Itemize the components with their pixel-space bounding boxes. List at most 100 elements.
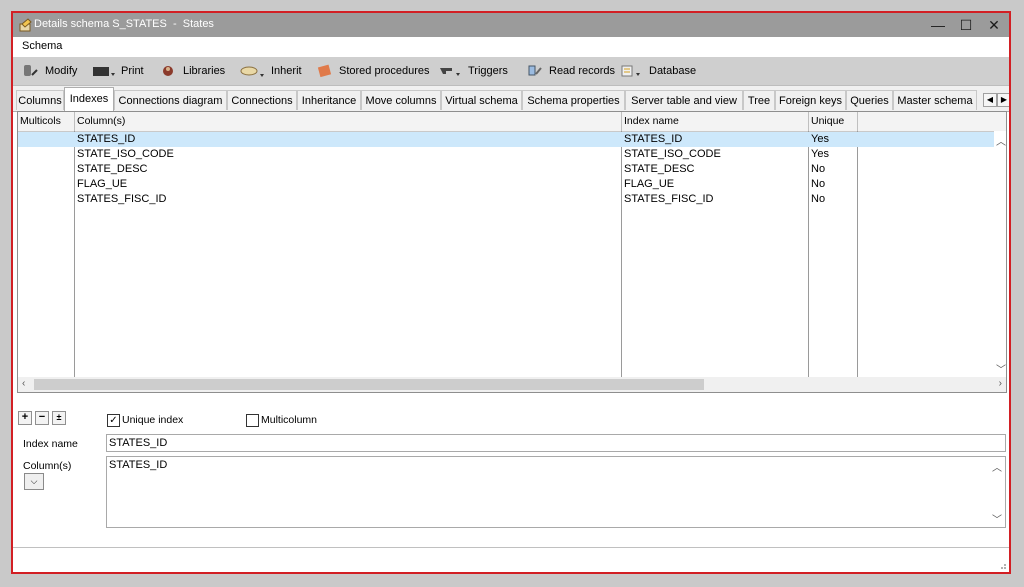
triggers-icon (440, 68, 460, 76)
menu-schema[interactable]: Schema (22, 40, 62, 52)
edit-index-button[interactable]: ± (52, 411, 66, 425)
inherit-button[interactable]: Inherit (240, 62, 302, 80)
remove-index-button[interactable]: − (35, 411, 49, 425)
columns-value: STATES_ID (109, 459, 168, 471)
read-records-button[interactable]: Read records (526, 62, 615, 80)
toolbar: Modify Print Libraries Inherit Stored pr… (13, 57, 1009, 86)
window-title: Details schema S_STATES - States (34, 18, 214, 30)
print-label: Print (121, 65, 144, 77)
table-row[interactable]: FLAG_UE FLAG_UE No (18, 177, 994, 192)
cell-unique: No (811, 163, 826, 175)
tab-columns[interactable]: Columns (16, 90, 64, 110)
table-row[interactable]: STATE_ISO_CODE STATE_ISO_CODE Yes (18, 147, 994, 162)
columns-textarea[interactable]: STATES_ID ︿ ﹀ (106, 456, 1006, 528)
columns-label: Column(s) (23, 460, 72, 472)
scroll-down-icon[interactable]: ﹀ (996, 361, 1006, 376)
tab-queries[interactable]: Queries (846, 90, 893, 110)
unique-index-label: Unique index (122, 414, 184, 426)
cell-unique: No (811, 193, 826, 205)
tab-inheritance[interactable]: Inheritance (297, 90, 361, 110)
multicolumn-label: Multicolumn (261, 414, 318, 426)
cell-unique: Yes (811, 133, 829, 145)
tab-scroll-left-icon[interactable]: ◀ (983, 93, 997, 107)
read-records-label: Read records (549, 65, 616, 77)
cell-unique: No (811, 178, 826, 190)
stored-procedures-button[interactable]: Stored procedures (316, 62, 430, 80)
close-button[interactable]: ✕ (979, 15, 1009, 35)
tab-master-schema[interactable]: Master schema (893, 90, 977, 110)
multicolumn-checkbox[interactable] (246, 414, 259, 427)
textarea-scroll-down-icon[interactable]: ﹀ (992, 511, 1002, 526)
cell-index-name: STATES_FISC_ID (624, 193, 714, 205)
modify-icon (24, 65, 38, 76)
cell-columns: STATE_DESC (77, 163, 148, 175)
header-columns[interactable]: Column(s) (75, 112, 622, 131)
tab-virtual-schema[interactable]: Virtual schema (441, 90, 522, 110)
cell-columns: STATES_FISC_ID (77, 193, 167, 205)
header-unique[interactable]: Unique (809, 112, 858, 131)
header-index-name[interactable]: Index name (622, 112, 809, 131)
indexes-grid: Multicols Column(s) Index name Unique ST… (17, 111, 1007, 393)
grid-vertical-scrollbar[interactable]: ︿ ﹀ (994, 131, 1006, 377)
status-bar (13, 547, 1009, 572)
scroll-up-icon[interactable]: ︿ (996, 133, 1006, 148)
libraries-icon (163, 66, 173, 76)
scroll-right-icon[interactable]: › (999, 378, 1002, 389)
tab-move-columns[interactable]: Move columns (361, 90, 441, 110)
inherit-label: Inherit (271, 65, 302, 77)
read-records-icon (528, 65, 542, 76)
modify-label: Modify (45, 65, 78, 77)
stored-procedures-label: Stored procedures (339, 65, 430, 77)
menu-bar: Schema (13, 37, 1009, 57)
tab-indexes[interactable]: Indexes (64, 87, 114, 111)
database-button[interactable]: Database (620, 62, 696, 80)
libraries-label: Libraries (183, 65, 226, 77)
cell-unique: Yes (811, 148, 829, 160)
minimize-button[interactable]: — (923, 15, 953, 35)
tab-connections[interactable]: Connections (227, 90, 297, 110)
cell-columns: STATE_ISO_CODE (77, 148, 174, 160)
cell-index-name: FLAG_UE (624, 178, 675, 190)
tab-scroll-right-icon[interactable]: ▶ (997, 93, 1009, 107)
title-bar: Details schema S_STATES - States — ☐ ✕ (13, 13, 1009, 37)
maximize-button[interactable]: ☐ (951, 15, 981, 35)
details-schema-window: Details schema S_STATES - States — ☐ ✕ S… (11, 11, 1011, 574)
cell-index-name: STATE_DESC (624, 163, 695, 175)
print-button[interactable]: Print (92, 62, 144, 80)
tab-strip: Columns Indexes Connections diagram Conn… (13, 86, 1009, 112)
stored-procedures-icon (317, 64, 332, 78)
app-icon (19, 18, 32, 32)
index-name-field[interactable]: STATES_ID (106, 434, 1006, 452)
tab-server-table-and-view[interactable]: Server table and view (625, 90, 743, 110)
cell-columns: STATES_ID (77, 133, 136, 145)
header-multicols[interactable]: Multicols (18, 112, 75, 131)
tab-connections-diagram[interactable]: Connections diagram (114, 90, 227, 110)
columns-dropdown-button[interactable]: ⌵ (24, 473, 44, 490)
index-name-label: Index name (23, 438, 78, 450)
add-index-button[interactable]: + (18, 411, 32, 425)
database-icon (621, 65, 640, 77)
inherit-icon (240, 66, 264, 77)
tab-tree[interactable]: Tree (743, 90, 775, 110)
table-row[interactable]: STATES_ID STATES_ID Yes (18, 132, 994, 147)
scroll-left-icon[interactable]: ‹ (22, 378, 25, 389)
table-row[interactable]: STATE_DESC STATE_DESC No (18, 162, 994, 177)
tab-schema-properties[interactable]: Schema properties (522, 90, 625, 110)
horizontal-scroll-thumb[interactable] (34, 379, 704, 390)
triggers-button[interactable]: Triggers (439, 62, 508, 80)
cell-columns: FLAG_UE (77, 178, 128, 190)
modify-button[interactable]: Modify (22, 62, 77, 80)
triggers-label: Triggers (468, 65, 508, 77)
libraries-button[interactable]: Libraries (160, 62, 225, 80)
table-row[interactable]: STATES_FISC_ID STATES_FISC_ID No (18, 192, 994, 207)
grid-header: Multicols Column(s) Index name Unique (18, 112, 1006, 132)
cell-index-name: STATE_ISO_CODE (624, 148, 721, 160)
database-label: Database (649, 65, 697, 77)
cell-index-name: STATES_ID (624, 133, 683, 145)
unique-index-checkbox[interactable]: ✓ (107, 414, 120, 427)
print-icon (93, 67, 115, 76)
tab-foreign-keys[interactable]: Foreign keys (775, 90, 846, 110)
grid-horizontal-scrollbar[interactable]: ‹ › (18, 377, 1006, 392)
resize-grip-icon[interactable] (999, 562, 1007, 570)
textarea-scroll-up-icon[interactable]: ︿ (992, 459, 1002, 474)
